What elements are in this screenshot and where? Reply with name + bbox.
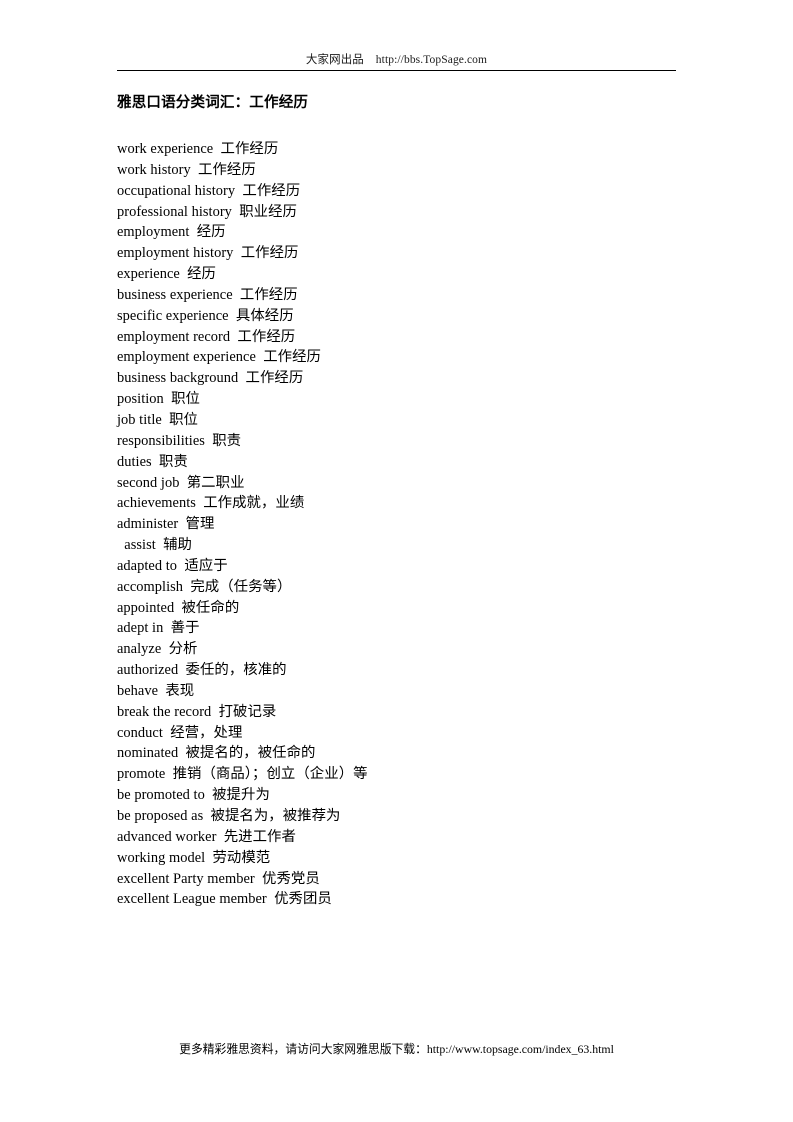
vocabulary-entry: break the record 打破记录: [117, 703, 277, 720]
vocabulary-entry: advanced worker 先进工作者: [117, 828, 296, 845]
vocabulary-entry: employment 经历: [117, 224, 226, 241]
header-site-credit: 大家网出品 http://bbs.TopSage.com: [305, 54, 488, 66]
vocabulary-entry: professional history 职业经历: [117, 203, 297, 220]
vocabulary-entry: second job 第二职业: [117, 474, 245, 491]
vocabulary-entry: adapted to 适应于: [117, 557, 228, 574]
vocabulary-entry: excellent League member 优秀团员: [117, 891, 332, 908]
document-page: 大家网出品 http://bbs.TopSage.com 雅思口语分类词汇：工作…: [0, 0, 793, 1122]
vocabulary-entry: excellent Party member 优秀党员: [117, 870, 320, 887]
header-divider-rule: [117, 70, 676, 71]
vocabulary-entry: authorized 委任的，核准的: [117, 662, 287, 679]
vocabulary-entry: occupational history 工作经历: [117, 182, 301, 199]
vocabulary-entry: analyze 分析: [117, 641, 198, 658]
vocabulary-entry: behave 表现: [117, 682, 195, 699]
vocabulary-entry: be proposed as 被提名为，被推荐为: [117, 808, 341, 824]
vocabulary-entry: business background 工作经历: [117, 370, 304, 387]
vocabulary-entry: work history 工作经历: [117, 161, 256, 178]
page-footer-note: 更多精彩雅思资料，请访问大家网雅思版下载：http://www.topsage.…: [179, 1042, 614, 1056]
vocabulary-entry: conduct 经营，处理: [117, 724, 243, 741]
vocabulary-entry: position 职位: [117, 391, 200, 408]
page-title: 雅思口语分类词汇：工作经历: [117, 95, 309, 111]
vocabulary-entry: employment experience 工作经历: [117, 349, 321, 366]
vocabulary-entry: experience 经历: [117, 266, 216, 283]
vocabulary-entry: working model 劳动模范: [117, 849, 271, 866]
page-header: 大家网出品 http://bbs.TopSage.com: [117, 52, 676, 72]
vocabulary-entry: nominated 被提名的，被任命的: [117, 745, 316, 762]
vocabulary-entry: work experience 工作经历: [117, 141, 279, 157]
vocabulary-entry: be promoted to 被提升为: [117, 787, 270, 804]
vocabulary-entry: accomplish 完成（任务等）: [117, 578, 292, 595]
vocabulary-entry: appointed 被任命的: [117, 599, 240, 616]
vocabulary-entry: responsibilities 职责: [117, 432, 242, 449]
vocabulary-entry: job title 职位: [117, 411, 198, 428]
vocabulary-list: work experience 工作经历 work history 工作经历 occ…: [117, 139, 717, 910]
vocabulary-entry: specific experience 具体经历: [117, 307, 294, 324]
vocabulary-entry: promote 推销（商品）；创立（企业）等: [117, 766, 368, 783]
vocabulary-entry: assist 辅助: [117, 537, 192, 554]
vocabulary-entry: duties 职责: [117, 453, 188, 470]
vocabulary-entry: adept in 善于: [117, 620, 200, 637]
vocabulary-entry: business experience 工作经历: [117, 286, 298, 303]
vocabulary-entry: employment record 工作经历: [117, 328, 296, 345]
vocabulary-entry: achievements 工作成就，业绩: [117, 495, 305, 512]
vocabulary-entry: employment history 工作经历: [117, 245, 299, 262]
vocabulary-entry: administer 管理: [117, 516, 215, 533]
